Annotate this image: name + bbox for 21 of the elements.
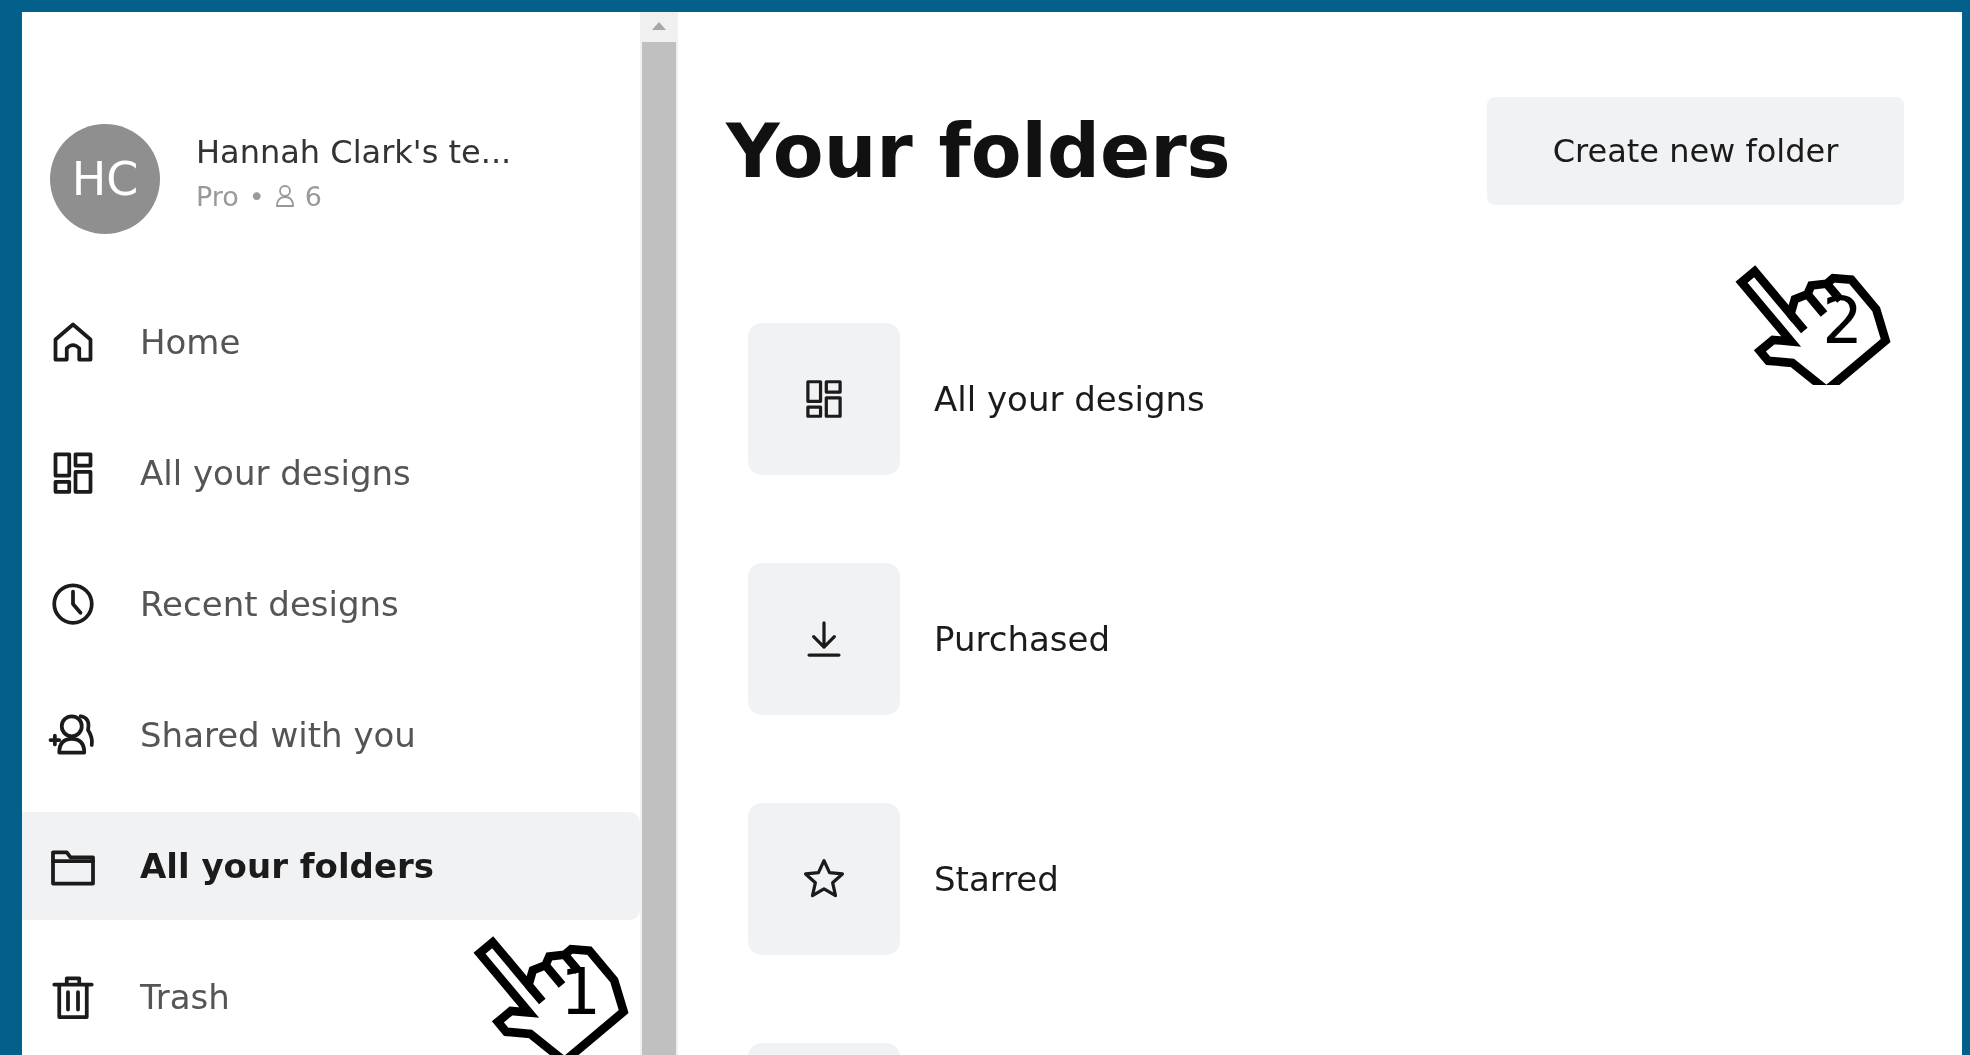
folder-label[interactable]: Starred — [934, 859, 1059, 899]
sidebar-item[interactable]: All your designs — [22, 419, 411, 527]
team-name[interactable]: Hannah Clark's te... — [196, 132, 512, 171]
sidebar-item[interactable]: Shared with you — [22, 681, 416, 789]
sidebar-item[interactable]: Recent designs — [22, 550, 399, 658]
member-count: 6 — [304, 180, 322, 212]
create-folder-button[interactable]: Create new folder — [1487, 97, 1904, 205]
sidebar-item[interactable]: Trash — [22, 943, 230, 1051]
folder-tile[interactable] — [748, 323, 900, 475]
plan-label: Pro — [196, 180, 239, 212]
folder-label[interactable]: All your designs — [934, 379, 1205, 419]
separator-dot: • — [248, 180, 265, 212]
page-title: Your folders — [726, 108, 1231, 194]
scroll-up-arrow-icon[interactable] — [652, 22, 666, 30]
folder-tile[interactable] — [748, 563, 900, 715]
folder-label[interactable]: Purchased — [934, 619, 1110, 659]
avatar: HC — [50, 124, 160, 234]
person-icon — [274, 184, 295, 208]
sidebar-item[interactable]: All your folders — [22, 812, 640, 920]
sidebar-item[interactable]: Home — [22, 288, 241, 396]
folder-tile[interactable] — [748, 803, 900, 955]
